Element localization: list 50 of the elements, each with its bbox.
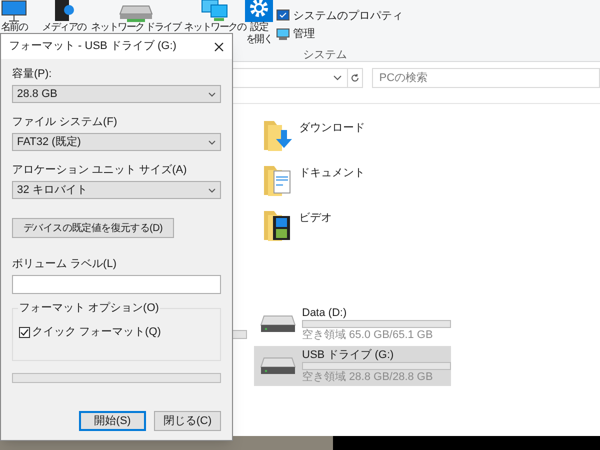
checkbox[interactable] xyxy=(19,326,30,338)
ribbon-link[interactable]: システムのプロパティ xyxy=(293,10,403,22)
dropdown[interactable]: FAT32 (既定) xyxy=(12,133,221,151)
dropdown[interactable]: 28.8 GB xyxy=(12,85,221,103)
ribbon-button-label[interactable]: メディアの xyxy=(42,22,86,34)
monitor-check-icon xyxy=(276,9,290,23)
media-server-icon xyxy=(53,0,75,22)
drive-name: USB ドライブ (G:) xyxy=(302,349,395,361)
folder-label[interactable]: ドキュメント xyxy=(299,167,365,180)
folder-label[interactable]: ビデオ xyxy=(299,212,332,225)
restore-defaults-button[interactable]: デバイスの既定値を復元する(D) xyxy=(12,218,174,238)
chevron-down-icon xyxy=(208,188,216,192)
ribbon-button-label[interactable]: 名前の xyxy=(0,22,28,34)
computer-manage-icon xyxy=(276,27,290,41)
close-icon[interactable] xyxy=(214,42,224,52)
hard-drive-icon xyxy=(260,356,296,376)
field-label: 容量(P): xyxy=(12,68,53,81)
dropdown[interactable]: 32 キロバイト xyxy=(12,181,221,199)
chevron-down-icon xyxy=(208,92,216,96)
dialog-title: フォーマット - USB ドライブ (G:) xyxy=(9,38,176,54)
refresh-icon[interactable] xyxy=(350,73,360,83)
field-label: ボリューム ラベル(L) xyxy=(12,258,118,271)
checkbox-label[interactable]: クイック フォーマット(Q) xyxy=(32,324,161,340)
ribbon-button-label[interactable]: 設定 xyxy=(250,22,268,34)
drive-name: Data (D:) xyxy=(302,307,348,319)
download-folder-icon xyxy=(263,118,293,152)
volume-label-field[interactable] xyxy=(12,275,221,294)
ribbon-link[interactable]: 管理 xyxy=(293,28,315,40)
group-legend: フォーマット オプション(O) xyxy=(18,302,160,315)
chevron-down-icon xyxy=(208,140,216,144)
ribbon-button-label[interactable]: ネットワークの xyxy=(184,22,246,34)
drive-tile[interactable]: Data (D:) 空き領域 65.0 GB/65.1 GB xyxy=(254,304,451,344)
documents-folder-icon xyxy=(263,163,293,197)
drive-free-space: 空き領域 65.0 GB/65.1 GB xyxy=(302,329,434,341)
folder-label[interactable]: ダウンロード xyxy=(299,122,365,135)
search-field[interactable]: PCの検索 xyxy=(372,68,600,88)
hard-drive-icon xyxy=(260,314,296,334)
monitor-icon xyxy=(1,0,27,22)
ribbon-button-label[interactable]: を開く xyxy=(246,34,272,46)
chevron-down-icon[interactable] xyxy=(333,75,342,81)
field-label: ファイル システム(F) xyxy=(12,116,118,129)
ribbon-group-label: システム xyxy=(303,48,347,63)
drive-free-space: 空き領域 28.8 GB/28.8 GB xyxy=(302,371,434,383)
network-icon xyxy=(200,0,230,22)
dialog-button[interactable]: 閉じる(C) xyxy=(154,411,221,431)
field-label: アロケーション ユニット サイズ(A) xyxy=(12,164,188,177)
dialog-button[interactable]: 開始(S) xyxy=(79,411,146,431)
drive-tile[interactable]: USB ドライブ (G:) 空き領域 28.8 GB/28.8 GB xyxy=(254,346,451,386)
videos-folder-icon xyxy=(263,208,293,242)
ribbon-button-label[interactable]: ネットワーク ドライブ xyxy=(91,22,181,34)
